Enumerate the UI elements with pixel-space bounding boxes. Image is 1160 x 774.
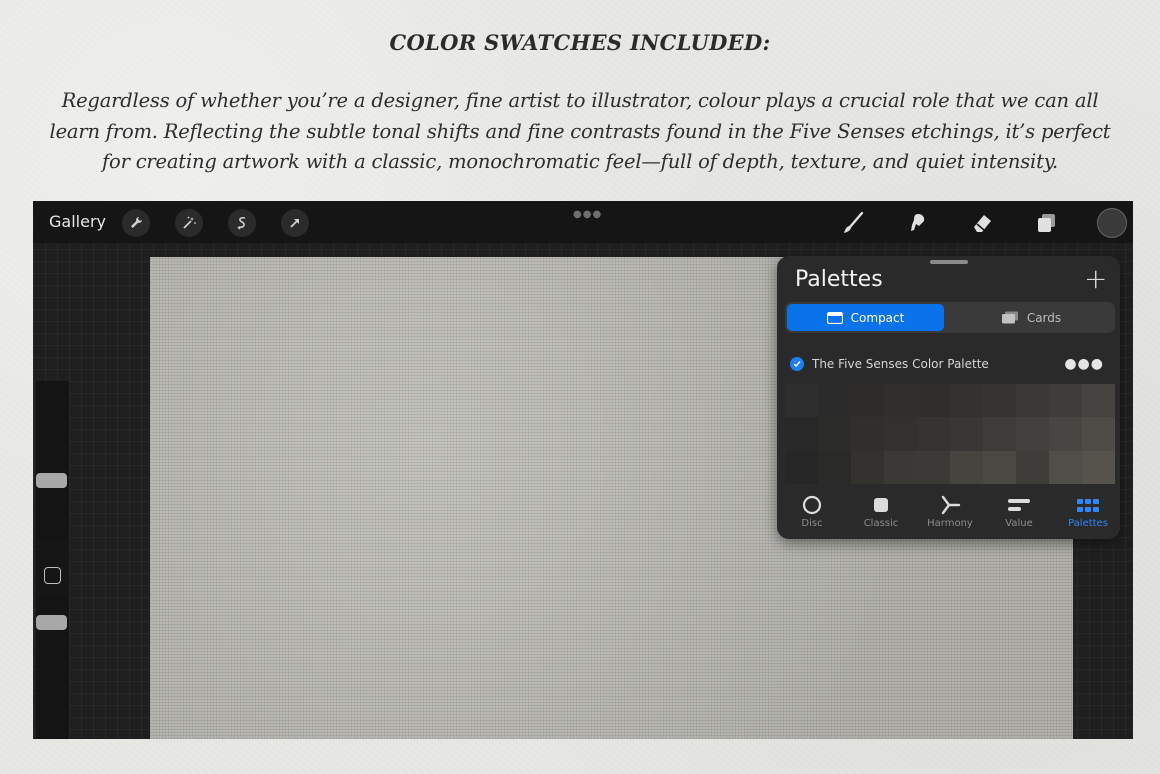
procreate-app-window: Gallery ●●● Palettes + Compact Cards The… — [33, 201, 1133, 739]
color-swatch[interactable] — [785, 384, 818, 418]
panel-title: Palettes — [795, 267, 883, 292]
panel-grabber[interactable] — [930, 260, 968, 264]
color-swatch[interactable] — [983, 450, 1016, 484]
tab-palettes[interactable]: Palettes — [1058, 494, 1118, 529]
layers-button[interactable] — [1031, 208, 1061, 238]
tab-label-classic: Classic — [863, 518, 899, 529]
disc-icon — [802, 495, 822, 515]
color-swatch[interactable] — [851, 417, 884, 451]
color-swatch[interactable] — [1016, 450, 1049, 484]
add-palette-button[interactable]: + — [1084, 264, 1107, 294]
color-swatch[interactable] — [983, 384, 1016, 418]
layers-icon — [1038, 214, 1055, 232]
color-swatch[interactable] — [851, 450, 884, 484]
color-swatch[interactable] — [1049, 384, 1082, 418]
actions-button[interactable] — [122, 209, 150, 237]
default-palette-checkbox[interactable] — [790, 357, 804, 371]
color-swatch[interactable] — [950, 417, 983, 451]
tab-label-harmony: Harmony — [927, 518, 973, 529]
color-swatch[interactable] — [1049, 450, 1082, 484]
tab-label-value: Value — [1005, 518, 1033, 529]
current-color-button[interactable] — [1097, 208, 1127, 238]
tab-classic[interactable]: Classic — [851, 494, 911, 529]
wrench-icon — [131, 217, 142, 228]
color-swatch[interactable] — [884, 417, 917, 451]
intro-paragraph: Regardless of whether you’re a designer,… — [49, 89, 1111, 173]
tab-harmony[interactable]: Harmony — [920, 494, 980, 529]
modify-button[interactable] — [44, 567, 61, 584]
magic-wand-icon — [183, 216, 196, 229]
brush-size-slider[interactable] — [36, 381, 69, 539]
top-toolbar: Gallery ●●● — [33, 201, 1133, 243]
color-swatch[interactable] — [785, 417, 818, 451]
palettes-grid-icon — [1077, 498, 1099, 512]
ellipsis-icon[interactable]: ●●● — [1064, 356, 1104, 372]
opacity-thumb[interactable] — [36, 615, 67, 630]
brush-size-thumb[interactable] — [36, 473, 67, 488]
smudge-button[interactable] — [902, 208, 932, 238]
eraser-icon — [974, 215, 991, 232]
color-swatch[interactable] — [1016, 417, 1049, 451]
checkmark-icon — [793, 361, 801, 368]
compact-view-icon — [826, 311, 843, 324]
compact-label: Compact — [850, 310, 905, 325]
color-swatch[interactable] — [917, 384, 950, 418]
gallery-button[interactable]: Gallery — [49, 212, 106, 231]
brush-icon — [844, 211, 864, 233]
cards-view-icon — [1001, 311, 1018, 324]
color-swatch[interactable] — [785, 450, 818, 484]
eraser-button[interactable] — [967, 208, 997, 238]
adjustments-button[interactable] — [175, 209, 203, 237]
color-swatch[interactable] — [950, 450, 983, 484]
harmony-icon — [941, 495, 961, 515]
color-swatch[interactable] — [851, 384, 884, 418]
color-swatch[interactable] — [818, 384, 851, 418]
classic-square-icon — [874, 498, 888, 512]
color-swatch[interactable] — [818, 417, 851, 451]
smudge-icon — [911, 214, 925, 231]
compact-view-button[interactable]: Compact — [787, 304, 944, 331]
color-mode-tabs: Disc Classic Harmony Value Palettes — [777, 494, 1120, 534]
plus-icon: + — [1084, 262, 1108, 295]
brush-button[interactable] — [838, 208, 868, 238]
color-swatch[interactable] — [1049, 417, 1082, 451]
selection-button[interactable] — [228, 209, 256, 237]
color-swatch[interactable] — [884, 450, 917, 484]
color-swatch[interactable] — [1082, 450, 1115, 484]
color-swatch[interactable] — [983, 417, 1016, 451]
tab-value[interactable]: Value — [989, 494, 1049, 529]
value-bars-icon — [1008, 499, 1030, 511]
color-swatch[interactable] — [917, 417, 950, 451]
cards-label: Cards — [1026, 310, 1062, 325]
transform-button[interactable] — [281, 209, 309, 237]
swatch-grid — [785, 384, 1115, 484]
color-swatch[interactable] — [1016, 384, 1049, 418]
drag-handle-icon[interactable]: ●●● — [573, 209, 602, 220]
palettes-panel: Palettes + Compact Cards The Five Senses… — [777, 256, 1120, 539]
color-swatch[interactable] — [818, 450, 851, 484]
tab-label-disc: Disc — [801, 518, 823, 529]
view-mode-segmented-control: Compact Cards — [785, 302, 1115, 333]
color-swatch[interactable] — [1082, 384, 1115, 418]
color-swatch[interactable] — [884, 384, 917, 418]
cards-view-button[interactable]: Cards — [949, 304, 1113, 331]
color-swatch[interactable] — [950, 384, 983, 418]
color-swatch[interactable] — [917, 450, 950, 484]
palette-header: The Five Senses Color Palette ●●● — [790, 355, 1110, 373]
color-swatch[interactable] — [1082, 417, 1115, 451]
tab-disc[interactable]: Disc — [782, 494, 842, 529]
tab-label-palettes: Palettes — [1068, 518, 1108, 529]
transform-arrow-icon — [290, 219, 299, 228]
palette-name: The Five Senses Color Palette — [812, 357, 989, 371]
selection-icon — [237, 217, 246, 230]
page-heading: COLOR SWATCHES INCLUDED: — [389, 30, 771, 55]
